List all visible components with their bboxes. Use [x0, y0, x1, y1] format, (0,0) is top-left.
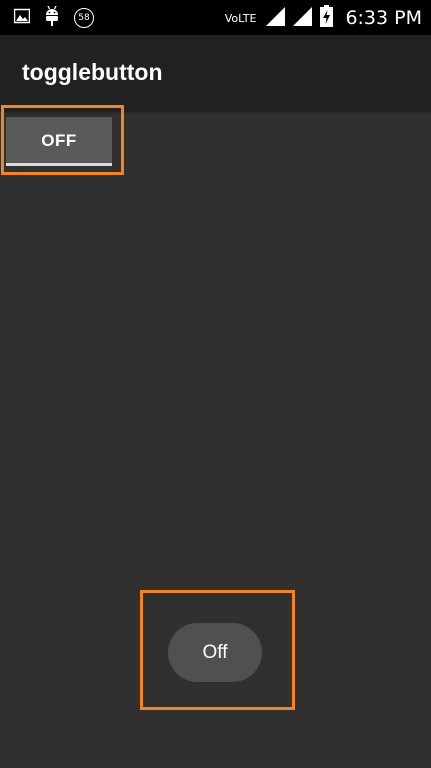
- badge-icon: 58: [74, 8, 94, 28]
- signal-icon: [293, 6, 313, 30]
- toggle-button-pill[interactable]: Off: [168, 623, 262, 682]
- battery-charging-icon: [320, 5, 334, 31]
- image-icon: [13, 8, 31, 28]
- toggle-button-classic[interactable]: OFF: [6, 117, 112, 166]
- app-bar: togglebutton: [0, 35, 431, 110]
- network-label: VoLTE: [224, 11, 257, 25]
- android-debug-icon: [44, 5, 60, 31]
- page-title: togglebutton: [22, 59, 163, 85]
- signal-icon: [266, 6, 286, 30]
- status-bar: 58 VoLTE 6:33 PM: [0, 0, 431, 35]
- notification-icons: 58: [13, 5, 94, 31]
- system-indicators: VoLTE 6:33 PM: [225, 5, 422, 31]
- clock: 6:33 PM: [345, 7, 422, 29]
